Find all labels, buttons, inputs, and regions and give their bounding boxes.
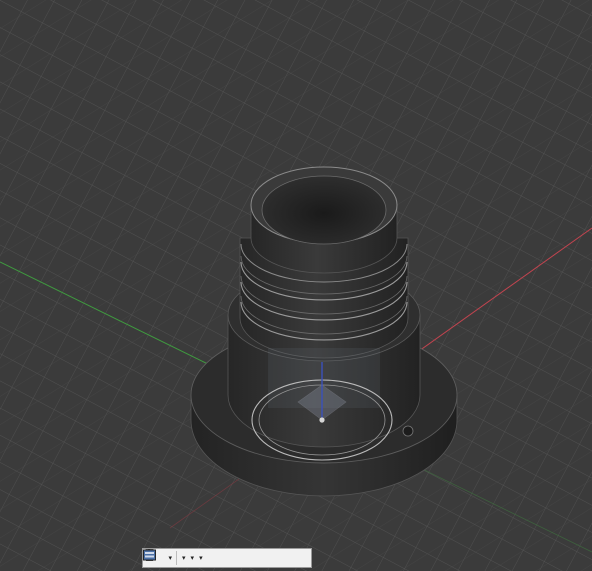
canvas-viewport[interactable]: ▾ ▾ ▾ ▾ bbox=[0, 0, 592, 571]
toolbar-divider bbox=[176, 551, 178, 565]
navigation-bar: ▾ ▾ ▾ ▾ bbox=[142, 548, 312, 568]
grid-snap-button[interactable]: ▾ bbox=[143, 549, 196, 566]
display-settings-button[interactable]: ▾ bbox=[143, 549, 187, 566]
chevron-down-icon: ▾ bbox=[182, 553, 186, 562]
pan-button[interactable] bbox=[143, 549, 161, 566]
origin-point-icon bbox=[319, 417, 325, 423]
bore-opening bbox=[261, 175, 387, 245]
scene[interactable] bbox=[0, 0, 592, 571]
viewports-icon bbox=[143, 549, 156, 561]
model-top-lip[interactable] bbox=[250, 166, 398, 274]
mount-hole-icon bbox=[402, 425, 414, 437]
zoom-window-button[interactable] bbox=[143, 549, 165, 566]
chevron-down-icon: ▾ bbox=[199, 553, 203, 562]
chevron-down-icon: ▾ bbox=[190, 553, 195, 562]
chevron-down-icon: ▾ bbox=[168, 553, 173, 562]
fit-zoom-button[interactable]: ▾ bbox=[143, 549, 174, 566]
viewports-button[interactable]: ▾ bbox=[143, 549, 204, 566]
